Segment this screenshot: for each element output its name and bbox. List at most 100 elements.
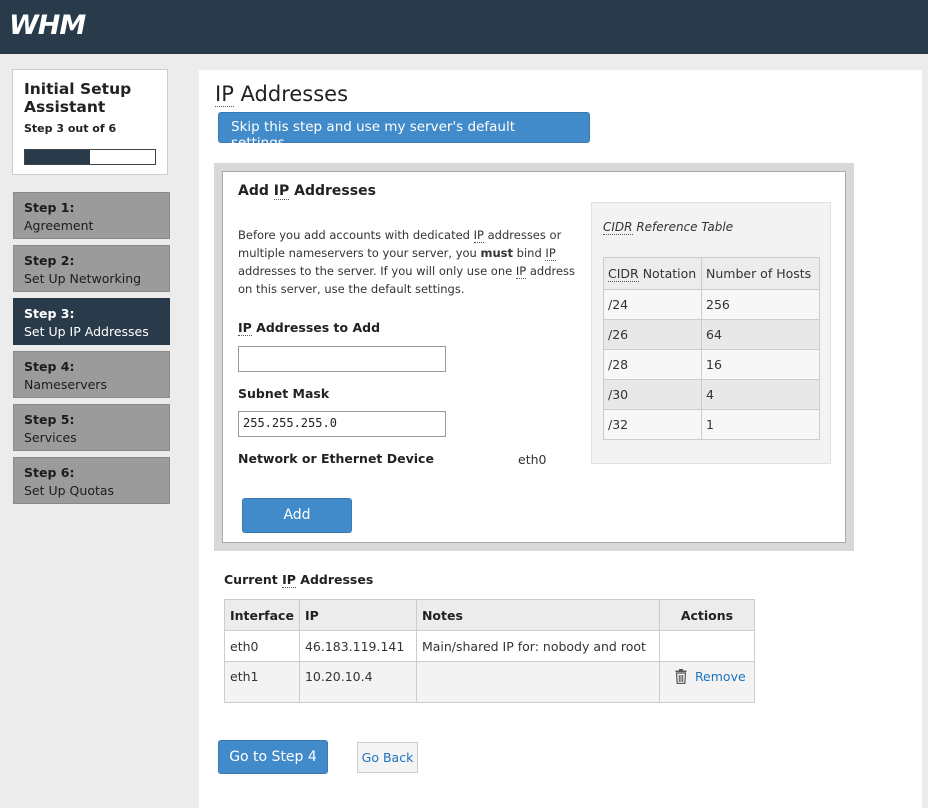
setup-assistant-panel: Initial Setup Assistant Step 3 out of 6 bbox=[12, 69, 168, 175]
notes-cell bbox=[415, 661, 660, 703]
column-header-notes: Notes bbox=[415, 599, 660, 631]
network-device-label: Network or Ethernet Device bbox=[238, 451, 434, 466]
ip-abbr: IP bbox=[545, 246, 556, 261]
sidebar-step-6[interactable]: Step 6: Set Up Quotas bbox=[13, 457, 170, 504]
interface-cell: eth0 bbox=[224, 630, 300, 662]
column-header-hosts: Number of Hosts bbox=[701, 257, 820, 290]
table-header-row: Interface IP Notes Actions bbox=[224, 599, 756, 631]
ip-addresses-label: IP Addresses to Add bbox=[238, 320, 381, 336]
cidr-notation: /26 bbox=[603, 319, 702, 350]
heading-text: Add bbox=[238, 183, 274, 199]
top-bar: WHM bbox=[0, 0, 928, 54]
step-number: Step 6: bbox=[24, 465, 75, 480]
network-device-value[interactable]: eth0 bbox=[518, 452, 546, 467]
desc-text: Before you add accounts with dedicated bbox=[238, 228, 474, 242]
cidr-reference-box: CIDR Reference Table CIDR Notation Numbe… bbox=[591, 202, 831, 464]
ip-addresses-input[interactable] bbox=[238, 346, 446, 372]
current-ip-heading: Current IP Addresses bbox=[224, 572, 374, 588]
table-row: /28 16 bbox=[603, 349, 820, 380]
label-text: Addresses to Add bbox=[251, 320, 381, 335]
table-row: /32 1 bbox=[603, 409, 820, 440]
add-ip-heading: Add IP Addresses bbox=[238, 183, 376, 200]
sidebar-step-2[interactable]: Step 2: Set Up Networking bbox=[13, 245, 170, 292]
table-header-row: CIDR Notation Number of Hosts bbox=[603, 257, 820, 290]
host-count: 256 bbox=[701, 289, 820, 320]
add-ip-panel: Add IP Addresses Before you add accounts… bbox=[222, 171, 846, 543]
go-to-step-4-button[interactable]: Go to Step 4 bbox=[218, 740, 328, 774]
current-ip-table: Interface IP Notes Actions eth0 46.183.1… bbox=[224, 599, 756, 703]
step-label: Nameservers bbox=[24, 377, 107, 392]
heading-text: Addresses bbox=[295, 572, 374, 587]
column-header-actions: Actions bbox=[658, 599, 756, 631]
caption-text: Reference Table bbox=[632, 220, 734, 234]
add-ip-description: Before you add accounts with dedicated I… bbox=[238, 226, 578, 298]
actions-cell: Remove bbox=[658, 661, 756, 703]
ip-cell: 10.20.10.4 bbox=[298, 661, 417, 703]
cidr-notation: /30 bbox=[603, 379, 702, 410]
desc-text: addresses to the server. If you will onl… bbox=[238, 264, 516, 278]
ip-abbr: IP bbox=[282, 572, 296, 588]
heading-text: Addresses bbox=[289, 183, 376, 199]
subnet-mask-label: Subnet Mask bbox=[238, 386, 330, 401]
main-content: IP Addresses Skip this step and use my s… bbox=[199, 70, 922, 808]
column-header-ip: IP bbox=[298, 599, 417, 631]
header-text: Notation bbox=[638, 266, 697, 281]
page-title-text: Addresses bbox=[233, 82, 349, 106]
ip-abbr: IP bbox=[215, 82, 234, 107]
heading-text: Current bbox=[224, 572, 283, 587]
actions-cell bbox=[658, 630, 756, 662]
table-row: /26 64 bbox=[603, 319, 820, 350]
step-label: Services bbox=[24, 430, 77, 445]
table-row: eth1 10.20.10.4 Remove bbox=[224, 661, 756, 703]
step-label: Set Up IP Addresses bbox=[24, 324, 149, 339]
ip-cell: 46.183.119.141 bbox=[298, 630, 417, 662]
add-ip-section: Add IP Addresses Before you add accounts… bbox=[214, 163, 854, 551]
whm-logo[interactable]: WHM bbox=[9, 10, 86, 41]
trash-icon bbox=[675, 669, 687, 684]
remove-label: Remove bbox=[694, 669, 746, 684]
assistant-step-count: Step 3 out of 6 bbox=[24, 122, 117, 135]
interface-cell: eth1 bbox=[224, 661, 300, 703]
setup-progress-bar bbox=[24, 149, 156, 165]
step-label: Set Up Quotas bbox=[24, 483, 115, 498]
step-number: Step 3: bbox=[24, 306, 75, 321]
step-label: Set Up Networking bbox=[24, 271, 142, 286]
host-count: 16 bbox=[701, 349, 820, 380]
table-row: /30 4 bbox=[603, 379, 820, 410]
sidebar-step-1[interactable]: Step 1: Agreement bbox=[13, 192, 170, 239]
go-back-button[interactable]: Go Back bbox=[357, 742, 418, 773]
step-label: Agreement bbox=[24, 218, 94, 233]
table-row: eth0 46.183.119.141 Main/shared IP for: … bbox=[224, 630, 756, 662]
step-number: Step 4: bbox=[24, 359, 75, 374]
notes-cell: Main/shared IP for: nobody and root bbox=[415, 630, 660, 662]
cidr-abbr: CIDR bbox=[603, 220, 633, 235]
host-count: 4 bbox=[701, 379, 820, 410]
subnet-mask-input[interactable]: 255.255.255.0 bbox=[238, 411, 446, 437]
page-title: IP Addresses bbox=[215, 82, 349, 107]
sidebar-step-3-active[interactable]: Step 3: Set Up IP Addresses bbox=[13, 298, 170, 345]
desc-text: bind bbox=[513, 246, 546, 260]
cidr-abbr: CIDR bbox=[608, 266, 639, 282]
skip-step-button[interactable]: Skip this step and use my server's defau… bbox=[218, 112, 590, 151]
cidr-notation: /24 bbox=[603, 289, 702, 320]
remove-ip-link[interactable]: Remove bbox=[675, 669, 746, 684]
host-count: 1 bbox=[701, 409, 820, 440]
cidr-reference-table: CIDR Notation Number of Hosts /24 256 /26… bbox=[603, 257, 820, 440]
step-number: Step 5: bbox=[24, 412, 75, 427]
sidebar-step-5[interactable]: Step 5: Services bbox=[13, 404, 170, 451]
assistant-title: Initial Setup Assistant bbox=[24, 80, 132, 116]
cidr-caption: CIDR Reference Table bbox=[603, 220, 734, 235]
ip-abbr: IP bbox=[515, 264, 527, 279]
host-count: 64 bbox=[701, 319, 820, 350]
cidr-notation: /32 bbox=[603, 409, 702, 440]
ip-abbr: IP bbox=[273, 183, 290, 200]
cidr-notation: /28 bbox=[603, 349, 702, 380]
step-number: Step 2: bbox=[24, 253, 75, 268]
add-ip-button[interactable]: Add bbox=[242, 498, 352, 533]
sidebar-step-4[interactable]: Step 4: Nameservers bbox=[13, 351, 170, 398]
table-row: /24 256 bbox=[603, 289, 820, 320]
progress-fill bbox=[25, 150, 90, 164]
ip-abbr: IP bbox=[238, 320, 252, 336]
ip-abbr: IP bbox=[473, 228, 484, 243]
desc-emphasis: must bbox=[480, 246, 514, 260]
